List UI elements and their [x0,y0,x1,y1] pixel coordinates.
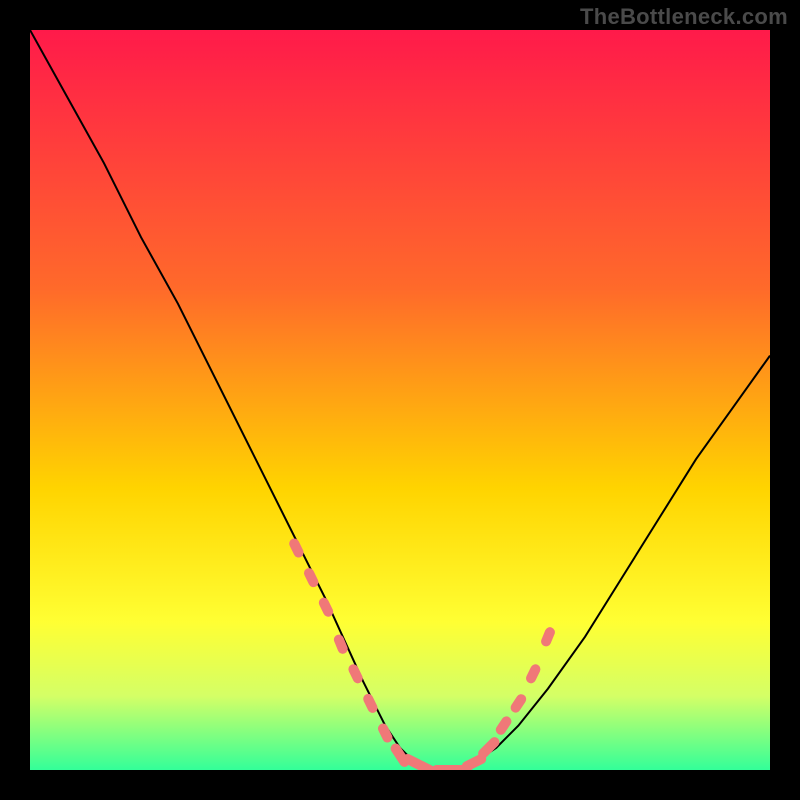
marker-segment [339,640,343,649]
marker-segment [516,699,522,707]
watermark-text: TheBottleneck.com [580,4,788,30]
marker-segment [501,721,507,729]
marker-segment [546,632,550,641]
marker-segment [324,603,328,612]
marker-segment [309,573,313,582]
marker-segment [467,759,481,766]
gradient-background [30,30,770,770]
marker-segment [368,699,372,708]
marker-segment [383,729,387,738]
marker-segment [353,669,357,678]
chart-frame: TheBottleneck.com [0,0,800,800]
plot-area [30,30,770,770]
marker-segment [531,669,535,678]
marker-segment [294,544,298,553]
chart-svg [30,30,770,770]
